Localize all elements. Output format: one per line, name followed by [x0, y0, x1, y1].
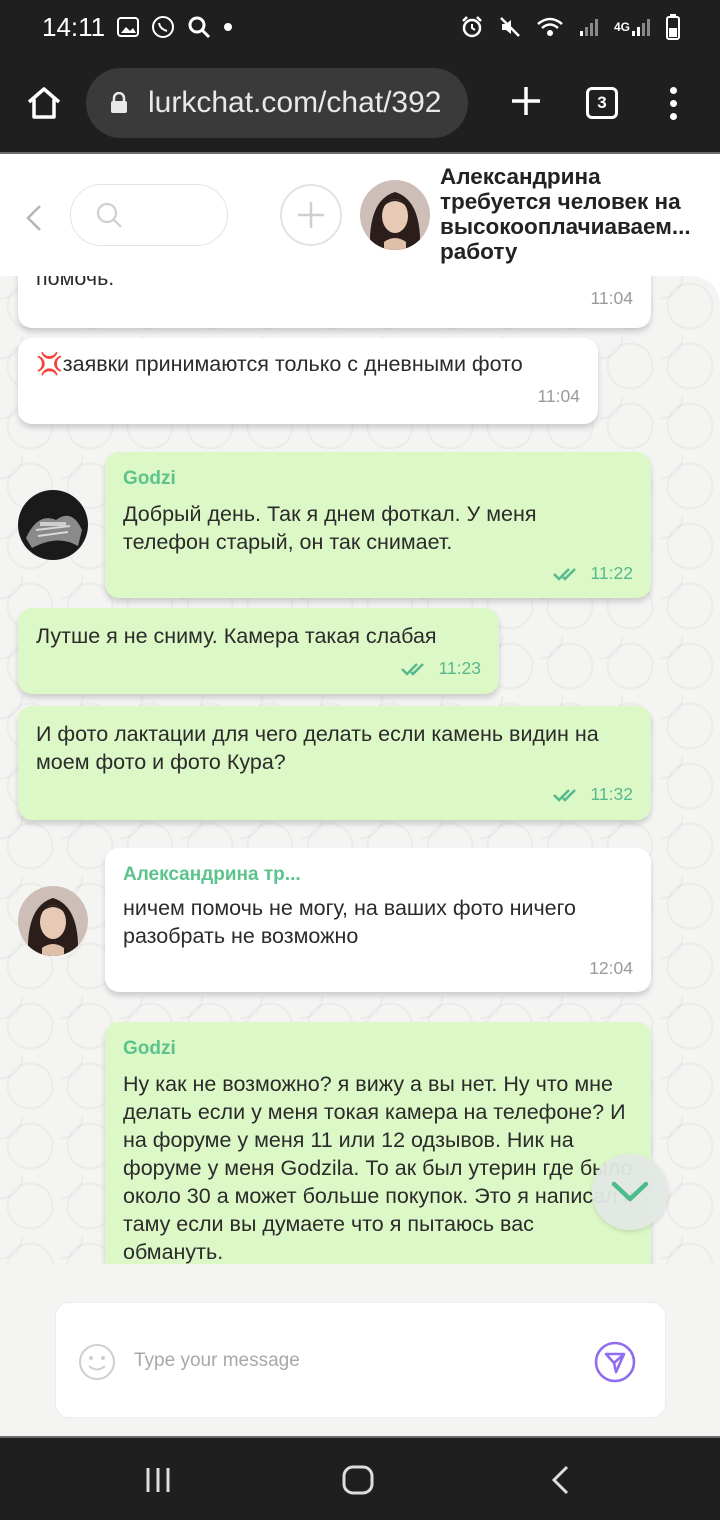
- double-check-icon: [400, 662, 424, 676]
- menu-dot-icon: [669, 86, 677, 94]
- alarm-icon: [460, 15, 484, 39]
- message-text: ничем помочь не могу, на ваших фото ниче…: [123, 896, 576, 948]
- composer-area: [0, 1264, 720, 1436]
- status-bar: 14:11 4G: [0, 0, 720, 54]
- message-list[interactable]: помочь. 11:04 💢заявки принимаются только…: [0, 276, 720, 1264]
- message-bubble[interactable]: И фото лактации для чего делать если кам…: [18, 706, 651, 820]
- signal-icon: 4G: [614, 16, 652, 38]
- message-bubble[interactable]: Лутше я не сниму. Камера такая слабая 11…: [18, 608, 499, 694]
- menu-dot-icon: [669, 112, 677, 120]
- back-nav-icon: [551, 1465, 569, 1495]
- message-sender: Александрина тр...: [123, 864, 301, 885]
- message-time: 11:04: [537, 386, 581, 406]
- message-text: Ну как не возможно? я вижу а вы нет. Ну …: [123, 1072, 633, 1264]
- sender-avatar[interactable]: [18, 886, 88, 956]
- status-left: 14:11: [42, 12, 233, 43]
- send-icon[interactable]: [594, 1341, 636, 1383]
- recent-apps-button[interactable]: [140, 1464, 176, 1496]
- message-text: Лутше я не сниму. Камера такая слабая: [36, 624, 437, 648]
- back-nav-button[interactable]: [542, 1464, 578, 1496]
- chevron-down-icon: [611, 1181, 649, 1202]
- message-text: Добрый день. Так я днем фоткал. У меня т…: [123, 502, 537, 554]
- chat-title[interactable]: Александрина требуется человек на высоко…: [440, 164, 715, 264]
- message-time: 11:22: [590, 563, 634, 583]
- back-icon[interactable]: [22, 204, 46, 232]
- message-bubble[interactable]: помочь. 11:04: [18, 276, 651, 328]
- message-meta: 11:04: [538, 386, 581, 407]
- emoji-icon[interactable]: [78, 1343, 116, 1381]
- plus-icon: [298, 202, 324, 228]
- home-icon: [27, 87, 61, 119]
- message-sender: Godzi: [123, 1038, 176, 1059]
- message-time: 11:32: [590, 784, 634, 804]
- whatsapp-icon: [151, 15, 175, 39]
- recent-apps-icon: [146, 1468, 170, 1492]
- message-text: помочь.: [36, 276, 115, 290]
- scroll-to-bottom-button[interactable]: [592, 1154, 668, 1230]
- message-meta: 11:22: [552, 563, 634, 584]
- mute-icon: [498, 15, 522, 39]
- message-sender: Godzi: [123, 468, 176, 489]
- browser-menu-button[interactable]: [668, 86, 678, 120]
- menu-dot-icon: [669, 99, 677, 107]
- message-bubble[interactable]: Godzi Ну как не возможно? я вижу а вы не…: [105, 1022, 651, 1264]
- message-time: 11:23: [438, 658, 482, 678]
- battery-icon: [666, 14, 680, 40]
- message-meta: 11:04: [591, 288, 634, 309]
- home-button[interactable]: [24, 83, 64, 123]
- system-nav-bar: [0, 1436, 720, 1520]
- search-icon: [187, 15, 211, 39]
- message-text: 💢заявки принимаются только с дневными фо…: [36, 352, 523, 376]
- home-nav-button[interactable]: [340, 1464, 376, 1496]
- lock-icon: [111, 92, 127, 113]
- avatar-woman-icon: [360, 180, 430, 250]
- message-meta: 12:04: [589, 958, 633, 979]
- message-meta: 11:23: [400, 658, 482, 679]
- message-bubble[interactable]: Александрина тр... ничем помочь не могу,…: [105, 848, 651, 992]
- sender-avatar[interactable]: [18, 490, 88, 560]
- avatar-woman-icon: [18, 886, 88, 956]
- message-composer: [55, 1302, 666, 1418]
- message-text: И фото лактации для чего делать если кам…: [36, 722, 599, 774]
- plus-icon: [512, 87, 540, 115]
- avatar-godzi-icon: [18, 490, 88, 560]
- signal-icon: [578, 16, 600, 38]
- message-time: 12:04: [589, 958, 633, 978]
- home-nav-icon: [342, 1465, 374, 1495]
- new-chat-button[interactable]: [280, 184, 342, 246]
- message-bubble[interactable]: 💢заявки принимаются только с дневными фо…: [18, 338, 598, 424]
- message-input[interactable]: [134, 1341, 574, 1381]
- url-text: lurkchat.com/chat/392: [148, 86, 442, 119]
- dot-icon: [223, 22, 233, 32]
- tab-switcher-button[interactable]: 3: [586, 87, 618, 119]
- double-check-icon: [552, 788, 576, 802]
- contact-avatar[interactable]: [360, 180, 430, 250]
- wifi-icon: [536, 16, 564, 38]
- address-bar[interactable]: lurkchat.com/chat/392: [86, 68, 468, 138]
- network-label: 4G: [613, 20, 630, 34]
- message-bubble[interactable]: Godzi Добрый день. Так я днем фоткал. У …: [105, 452, 651, 598]
- chat-search-input[interactable]: [70, 184, 228, 246]
- status-right: 4G: [460, 14, 680, 40]
- status-time: 14:11: [42, 11, 106, 42]
- message-meta: 11:32: [552, 784, 634, 805]
- double-check-icon: [552, 567, 576, 581]
- search-icon: [96, 202, 122, 228]
- browser-toolbar: lurkchat.com/chat/392 3: [0, 54, 720, 152]
- chat-header: Александрина требуется человек на высоко…: [0, 152, 720, 276]
- new-tab-button[interactable]: [506, 81, 546, 125]
- message-time: 11:04: [590, 288, 634, 308]
- image-icon: [117, 17, 140, 37]
